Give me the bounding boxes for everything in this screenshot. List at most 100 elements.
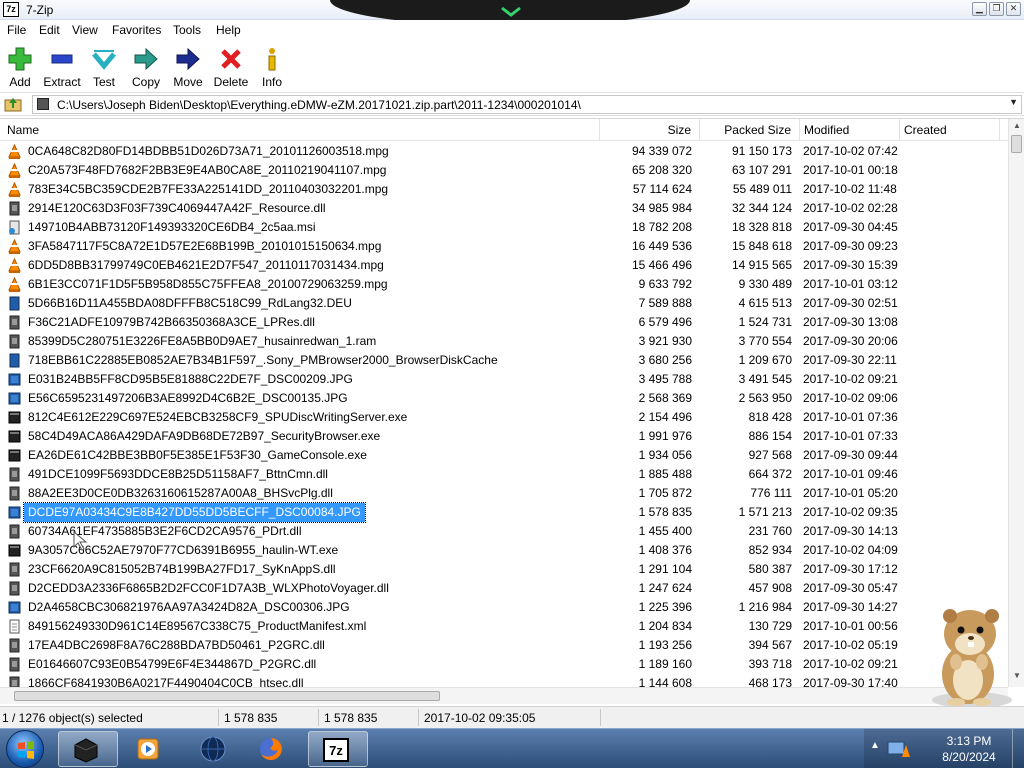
file-row[interactable]: 718EBB61C22885EB0852AE7B34B1F597_.Sony_P… xyxy=(0,351,1008,370)
file-name-cell: 60734A61EF4735885B3E2F6CD2CA9576_PDrt.dl… xyxy=(6,522,598,541)
menu-view[interactable]: View xyxy=(72,23,98,37)
jpg-file-icon xyxy=(8,601,21,614)
file-row[interactable]: 58C4D49ACA86A429DAFA9DB68DE72B97_Securit… xyxy=(0,427,1008,446)
file-name: DCDE97A03434C9E8B427DD55DD5BECFF_DSC0008… xyxy=(23,502,366,523)
file-name: 812C4E612E229C697E524EBCB3258CF9_SPUDisc… xyxy=(28,410,408,424)
media-center-icon xyxy=(137,738,159,760)
status-selection: 1 / 1276 object(s) selected xyxy=(2,711,143,725)
file-row[interactable]: EA26DE61C42BBE3BB0F5E385E1F53F30_GameCon… xyxy=(0,446,1008,465)
move-label: Move xyxy=(173,75,203,89)
copy-button[interactable]: Copy xyxy=(124,44,168,89)
file-row[interactable]: 1866CF6841930B6A0217F4490404C0CB_htsec.d… xyxy=(0,674,1008,687)
file-row[interactable]: 2914E120C63D3F03F739C4069447A42F_Resourc… xyxy=(0,199,1008,218)
file-row[interactable]: 6B1E3CC071F1D5F5B958D855C75FFEA8_2010072… xyxy=(0,275,1008,294)
horizontal-scrollbar[interactable] xyxy=(0,687,1008,704)
file-size: 1 204 834 xyxy=(638,619,692,633)
file-row[interactable]: 85399D5C280751E3226FE8A5BB0D9AE7_husainr… xyxy=(0,332,1008,351)
show-desktop-button[interactable] xyxy=(1012,729,1024,768)
file-row[interactable]: 812C4E612E229C697E524EBCB3258CF9_SPUDisc… xyxy=(0,408,1008,427)
file-packed-size: 394 567 xyxy=(748,638,792,652)
file-modified: 2017-10-01 00:18 xyxy=(803,163,898,177)
taskbar-media-player[interactable] xyxy=(58,731,118,767)
file-size: 18 782 208 xyxy=(631,220,692,234)
dll-file-icon xyxy=(9,581,20,596)
file-row[interactable]: 88A2EE3D0CE0DB3263160615287A00A8_BHSvcPl… xyxy=(0,484,1008,503)
file-name-cell: 23CF6620A9C815052B74B199BA27FD17_SyKnApp… xyxy=(6,560,598,579)
test-button[interactable]: Test xyxy=(82,44,126,89)
taskbar-media-center[interactable] xyxy=(120,731,176,767)
file-row[interactable]: F36C21ADFE10979B742B66350368A3CE_LPRes.d… xyxy=(0,313,1008,332)
add-label: Add xyxy=(9,75,31,89)
file-packed-size: 927 568 xyxy=(748,448,792,462)
column-modified[interactable]: Modified xyxy=(800,119,900,141)
vertical-scrollbar[interactable]: ▲ ▼ xyxy=(1008,119,1024,687)
close-button[interactable]: ✕ xyxy=(1006,2,1021,16)
exe-file-icon xyxy=(8,411,21,424)
path-dropdown-icon[interactable]: ▼ xyxy=(1009,97,1018,107)
file-row-selected[interactable]: DCDE97A03434C9E8B427DD55DD5BECFF_DSC0008… xyxy=(0,502,1008,523)
file-row[interactable]: 0CA648C82D80FD14BDBB51D026D73A71_2010112… xyxy=(0,142,1008,161)
file-row[interactable]: 149710B4ABB73120F149393320CE6DB4_2c5aa.m… xyxy=(0,218,1008,237)
extract-button[interactable]: Extract xyxy=(40,44,84,89)
file-packed-size: 1 524 731 xyxy=(738,315,792,329)
file-name: F36C21ADFE10979B742B66350368A3CE_LPRes.d… xyxy=(28,315,315,329)
path-field[interactable]: C:\Users\Joseph Biden\Desktop\Everything… xyxy=(32,95,1022,114)
column-packed-size[interactable]: Packed Size xyxy=(700,119,800,141)
file-packed-size: 55 489 011 xyxy=(732,182,792,196)
menu-help[interactable]: Help xyxy=(216,23,241,37)
file-row[interactable]: 23CF6620A9C815052B74B199BA27FD17_SyKnApp… xyxy=(0,560,1008,579)
clock-time: 3:13 PM xyxy=(946,734,992,748)
exe-file-icon xyxy=(8,430,21,443)
file-row[interactable]: C20A573F48FD7682F2BB3E9E4AB0CA8E_2011021… xyxy=(0,161,1008,180)
file-modified: 2017-10-02 04:09 xyxy=(803,543,898,557)
file-row[interactable]: 491DCE1099F5693DDCE8B25D51158AF7_BttnCmn… xyxy=(0,465,1008,484)
file-row[interactable]: 17EA4DBC2698F8A76C288BDA7BD50461_P2GRC.d… xyxy=(0,636,1008,655)
restore-button[interactable]: ❐ xyxy=(989,2,1004,16)
file-name-cell: 718EBB61C22885EB0852AE7B34B1F597_.Sony_P… xyxy=(6,351,598,370)
info-button[interactable]: Info xyxy=(250,44,294,89)
file-row[interactable]: 9A3057C66C52AE7970F77CD6391B6955_haulin-… xyxy=(0,541,1008,560)
clock[interactable]: 3:13 PM 8/20/2024 xyxy=(914,729,1024,768)
file-row[interactable]: E01646607C93E0B54799E6F4E344867D_P2GRC.d… xyxy=(0,655,1008,674)
mouse-cursor-icon xyxy=(73,530,88,551)
scroll-up-icon[interactable]: ▲ xyxy=(1012,121,1022,130)
file-row[interactable]: E031B24BB5FF8CD95B5E81888C22DE7F_DSC0020… xyxy=(0,370,1008,389)
overlay-chevron-icon xyxy=(501,6,521,17)
column-created[interactable]: Created xyxy=(900,119,1000,141)
file-row[interactable]: D2A4658CBC306821976AA97A3424D82A_DSC0030… xyxy=(0,598,1008,617)
file-row[interactable]: D2CEDD3A2336F6865B2D2FCC0F1D7A3B_WLXPhot… xyxy=(0,579,1008,598)
file-name-cell: D2CEDD3A2336F6865B2D2FCC0F1D7A3B_WLXPhot… xyxy=(6,579,598,598)
column-name[interactable]: Name xyxy=(0,119,600,141)
minimize-button[interactable]: ▁ xyxy=(972,2,987,16)
file-row[interactable]: 849156249330D961C14E89567C338C75_Product… xyxy=(0,617,1008,636)
file-row[interactable]: 60734A61EF4735885B3E2F6CD2CA9576_PDrt.dl… xyxy=(0,522,1008,541)
horizontal-scroll-thumb[interactable] xyxy=(14,691,440,701)
menu-tools[interactable]: Tools xyxy=(173,23,201,37)
vertical-scroll-thumb[interactable] xyxy=(1011,135,1022,153)
taskbar-firefox[interactable] xyxy=(244,731,300,767)
taskbar-7zip[interactable]: 7z xyxy=(308,731,368,767)
start-button[interactable] xyxy=(6,730,44,768)
column-size[interactable]: Size xyxy=(600,119,700,141)
file-row[interactable]: 783E34C5BC359CDE2B7FE33A225141DD_2011040… xyxy=(0,180,1008,199)
file-row[interactable]: E56C6595231497206B3AE8992D4C6B2E_DSC0013… xyxy=(0,389,1008,408)
file-packed-size: 3 491 545 xyxy=(738,372,792,386)
file-size: 1 189 160 xyxy=(638,657,692,671)
file-name-cell: 85399D5C280751E3226FE8A5BB0D9AE7_husainr… xyxy=(6,332,598,351)
file-modified: 2017-09-30 17:12 xyxy=(803,562,898,576)
menu-edit[interactable]: Edit xyxy=(39,23,60,37)
tray-expand-icon[interactable]: ▲ xyxy=(870,740,880,751)
folder-up-icon[interactable] xyxy=(4,96,22,112)
file-name-cell: 812C4E612E229C697E524EBCB3258CF9_SPUDisc… xyxy=(6,408,598,427)
menu-file[interactable]: File xyxy=(7,23,26,37)
add-button[interactable]: Add xyxy=(0,44,42,89)
status-size: 1 578 835 xyxy=(224,711,278,725)
delete-button[interactable]: Delete xyxy=(209,44,253,89)
file-name-cell: C20A573F48FD7682F2BB3E9E4AB0CA8E_2011021… xyxy=(6,161,598,180)
file-row[interactable]: 3FA5847117F5C8A72E1D57E2E68B199B_2010101… xyxy=(0,237,1008,256)
file-row[interactable]: 5D66B16D11A455BDA08DFFFB8C518C99_RdLang3… xyxy=(0,294,1008,313)
taskbar-globe[interactable] xyxy=(186,731,242,767)
menu-favorites[interactable]: Favorites xyxy=(112,23,161,37)
file-row[interactable]: 6DD5D8BB31799749C0EB4621E2D7F547_2011011… xyxy=(0,256,1008,275)
move-button[interactable]: Move xyxy=(166,44,210,89)
